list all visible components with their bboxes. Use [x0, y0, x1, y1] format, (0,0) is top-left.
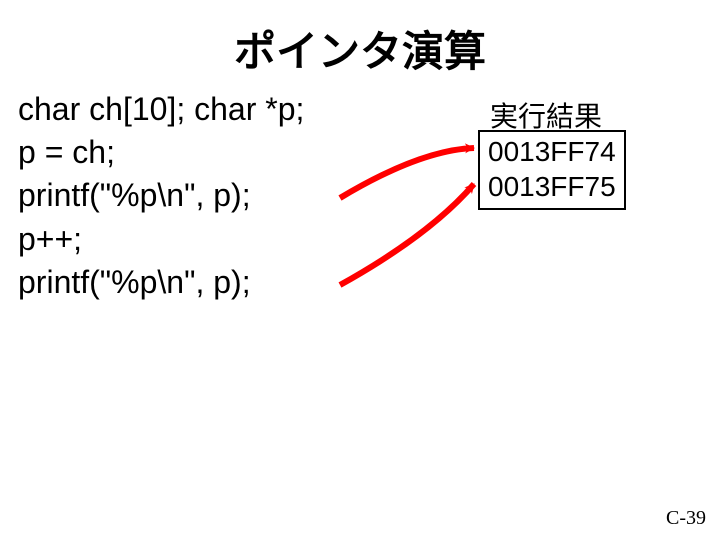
code-line-2: p = ch; — [18, 134, 115, 170]
code-line-3: printf("%p\n", p); — [18, 177, 251, 213]
code-block: char ch[10]; char *p; p = ch; printf("%p… — [18, 88, 304, 304]
arrow-2 — [340, 184, 474, 285]
result-label: 実行結果 — [490, 95, 602, 135]
slide-title: ポインタ演算 — [0, 18, 720, 79]
code-line-5: printf("%p\n", p); — [18, 264, 251, 300]
result-line-1: 0013FF74 — [488, 134, 616, 169]
code-line-1: char ch[10]; char *p; — [18, 91, 304, 127]
page-number: C-39 — [666, 507, 706, 530]
result-line-2: 0013FF75 — [488, 169, 616, 204]
result-box: 0013FF74 0013FF75 — [478, 130, 626, 210]
code-line-4: p++; — [18, 221, 82, 257]
arrow-1 — [340, 148, 474, 198]
